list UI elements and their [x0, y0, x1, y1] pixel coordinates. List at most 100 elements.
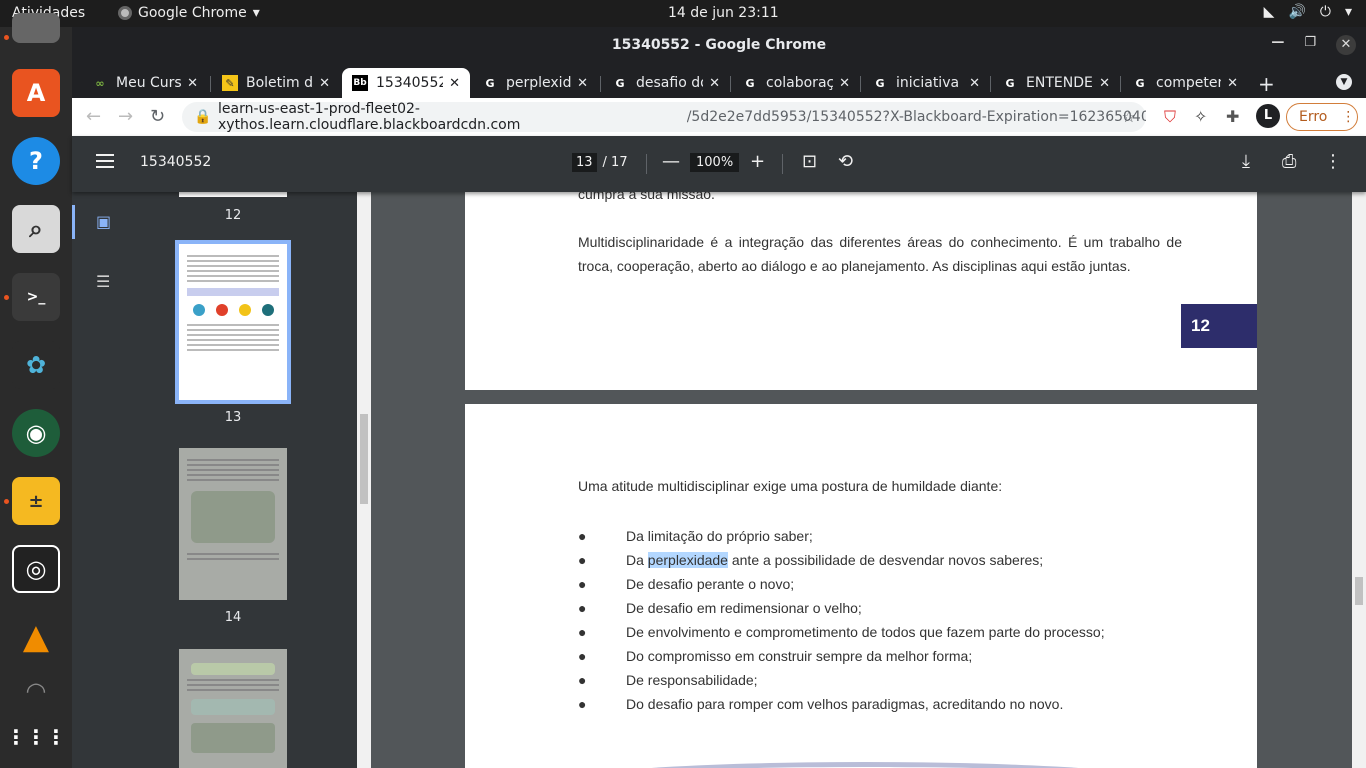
list-item: ● Do desafio para romper com velhos parad… [578, 696, 1064, 712]
tab-perplexidade[interactable]: G perplexidade ✕ [472, 68, 598, 98]
close-icon[interactable]: ✕ [1227, 76, 1238, 91]
back-button[interactable]: ← [86, 106, 101, 127]
page-selector: 13 / 17 [572, 153, 628, 172]
thumbnails-icon[interactable]: ▣ [96, 212, 111, 231]
page-text: cumpra a sua missão. [578, 192, 715, 202]
more-options-icon[interactable]: ⋮ [1324, 151, 1342, 172]
page-thumbnail-12[interactable] [179, 192, 287, 197]
close-icon[interactable]: ✕ [319, 76, 330, 91]
vlc-icon[interactable]: ▲ [12, 613, 60, 661]
address-bar[interactable]: 🔒 learn-us-east-1-prod-fleet02-xythos.le… [182, 101, 1146, 133]
zoom-out-icon[interactable]: — [662, 151, 680, 172]
close-icon[interactable]: ✕ [577, 76, 588, 91]
pdf-toolbar: 15340552 13 / 17 — 100% + ⊡ ⟲ ⤓ ⎙ ⋮ [72, 136, 1366, 192]
tab-iniciativa[interactable]: G iniciativa ✕ [862, 68, 990, 98]
thumbnail-label: 13 [224, 410, 242, 425]
tab-label: desafio do [636, 75, 704, 91]
tab-entender[interactable]: G ENTENDER ✕ [992, 68, 1120, 98]
google-icon: G [1005, 76, 1015, 90]
page-number-input[interactable]: 13 [572, 153, 597, 172]
error-label: Erro [1299, 109, 1328, 125]
menu-icon[interactable] [96, 154, 114, 168]
outline-icon[interactable]: ☰ [96, 272, 110, 291]
tab-competencia[interactable]: G competencia ✕ [1122, 68, 1248, 98]
page-thumbnail-13[interactable] [175, 240, 291, 404]
forward-button[interactable]: → [118, 106, 133, 127]
tab-meu-curso[interactable]: ∞ Meu Curso ✕ [82, 68, 208, 98]
close-icon[interactable]: ✕ [709, 76, 720, 91]
tab-divider [1120, 76, 1121, 92]
tab-colaboracao[interactable]: G colaboração ✕ [732, 68, 860, 98]
dock-app-icon[interactable]: ◠ [12, 677, 60, 705]
close-icon[interactable]: ✕ [1099, 76, 1110, 91]
tab-label: competencia [1156, 75, 1221, 91]
tab-label: ENTENDER [1026, 75, 1093, 91]
scrollbar-thumb[interactable] [1355, 577, 1363, 605]
url-host: learn-us-east-1-prod-fleet02-xythos.lear… [218, 101, 521, 133]
help-icon[interactable]: ? [12, 137, 60, 185]
viewer-scrollbar[interactable] [1352, 192, 1366, 768]
minimize-icon[interactable]: — [1271, 35, 1284, 55]
show-apps-icon[interactable]: ⋮⋮⋮ [6, 713, 66, 761]
profile-avatar[interactable]: L [1256, 104, 1280, 128]
close-icon[interactable]: ✕ [187, 76, 198, 91]
pdf-page-12: cumpra a sua missão. Multidisciplinarida… [465, 192, 1257, 390]
extension-icon[interactable]: ✧ [1194, 107, 1207, 126]
maximize-icon[interactable]: ❐ [1304, 35, 1316, 55]
print-icon[interactable]: ⎙ [1282, 151, 1296, 172]
bullet-list: ● Da limitação do próprio saber; ● Da perp… [578, 524, 1105, 716]
puzzle-extensions-icon[interactable]: ✚ [1226, 107, 1239, 126]
close-icon[interactable]: ✕ [969, 76, 980, 91]
thumbnail-label: 14 [224, 610, 242, 625]
close-icon[interactable]: ✕ [449, 76, 460, 91]
reload-button[interactable]: ↻ [150, 106, 165, 127]
sidebar-view-switcher: ▣ ☰ [72, 192, 138, 768]
software-center-icon[interactable]: A [12, 69, 60, 117]
window-title: 15340552 - Google Chrome [611, 37, 827, 53]
gnome-icon[interactable]: ✿ [12, 341, 60, 389]
google-icon: G [615, 76, 625, 90]
app-menu[interactable]: Google Chrome ▾ [118, 5, 260, 21]
close-icon[interactable]: ✕ [1336, 35, 1356, 55]
tab-15340552[interactable]: Bb 15340552 ✕ [342, 68, 470, 98]
close-icon[interactable]: ✕ [839, 76, 850, 91]
image-viewer-icon[interactable]: ⌕ [12, 205, 60, 253]
shield-extension-icon[interactable]: ⛉ [1164, 107, 1176, 127]
document-icon: ✎ [222, 75, 238, 91]
tab-label: perplexidade [506, 75, 572, 91]
error-button[interactable]: Erro ⋮ [1286, 103, 1358, 131]
scrollbar-thumb[interactable] [360, 414, 368, 504]
pdf-sidebar: ▣ ☰ 12 13 14 [72, 192, 357, 768]
google-icon: G [485, 76, 495, 90]
tab-boletim[interactable]: ✎ Boletim do ✕ [212, 68, 340, 98]
title-bar: 15340552 - Google Chrome — ❐ ✕ [72, 27, 1366, 64]
list-item: ● De responsabilidade; [578, 672, 758, 688]
running-indicator [4, 499, 9, 504]
clock[interactable]: 14 de jun 23:11 [668, 5, 779, 21]
highlighted-text[interactable]: perplexidade [647, 552, 728, 568]
pdf-page-13: Uma atitude multidisciplinar exige uma p… [465, 404, 1257, 768]
toolbar-divider [646, 154, 647, 174]
rotate-icon[interactable]: ⟲ [838, 151, 853, 172]
new-tab-button[interactable]: + [1258, 72, 1275, 96]
camera-lens-icon[interactable]: ◉ [12, 409, 60, 457]
page-thumbnail-15[interactable] [179, 649, 287, 768]
bookmark-star-icon[interactable]: ☆ [1122, 107, 1136, 126]
tab-label: Boletim do [246, 75, 314, 91]
calculator-icon[interactable]: ± [12, 477, 60, 525]
screenshot-icon[interactable]: ◎ [12, 545, 60, 593]
url-path: /5d2e2e7dd5953/15340552?X-Blackboard-Exp… [686, 109, 1146, 125]
sidebar-scrollbar[interactable] [357, 192, 371, 768]
download-icon[interactable]: ⤓ [1242, 151, 1250, 172]
fit-page-icon[interactable]: ⊡ [802, 151, 817, 172]
files-icon[interactable] [12, 13, 60, 43]
tab-label: iniciativa [896, 75, 960, 91]
zoom-level[interactable]: 100% [690, 153, 740, 172]
tab-desafio[interactable]: G desafio do ✕ [602, 68, 730, 98]
system-tray[interactable]: ◣ 🔊 ⏻ ▾ [1264, 4, 1352, 20]
zoom-in-icon[interactable]: + [750, 151, 765, 172]
page-thumbnail-14[interactable] [179, 448, 287, 600]
tab-search-icon[interactable]: ▼ [1336, 74, 1352, 90]
app-menu-label: Google Chrome [138, 5, 247, 21]
terminal-icon[interactable]: >_ [12, 273, 60, 321]
